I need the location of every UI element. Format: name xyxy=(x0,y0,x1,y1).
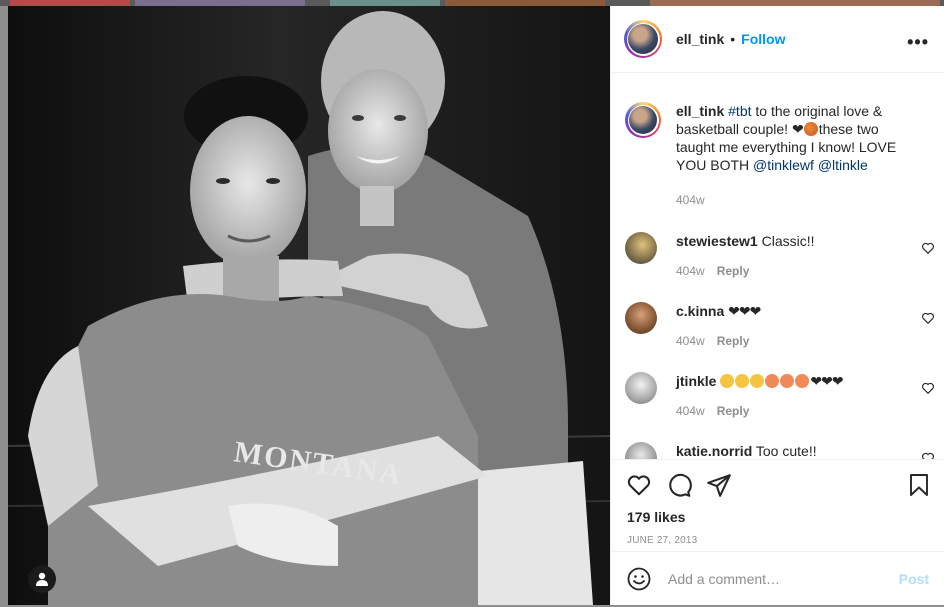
photo-illustration: MONTANA xyxy=(8,6,610,605)
caption-username[interactable]: ell_tink xyxy=(676,103,724,119)
like-heart-icon[interactable] xyxy=(626,472,652,498)
comment-bubble-icon[interactable] xyxy=(666,472,692,498)
person-icon xyxy=(36,572,48,586)
add-comment-input[interactable] xyxy=(666,566,880,592)
like-comment-heart-icon[interactable] xyxy=(921,241,935,255)
like-comment-heart-icon[interactable] xyxy=(921,311,935,325)
comments-list[interactable]: ell_tink #tbt to the original love & bas… xyxy=(611,73,944,459)
post-photo[interactable]: MONTANA xyxy=(8,6,610,605)
author-username[interactable]: ell_tink xyxy=(676,31,724,47)
author-avatar[interactable] xyxy=(624,20,662,58)
comment-text: c.kinna ❤❤❤ xyxy=(676,302,895,320)
add-comment-bar: Post xyxy=(611,551,944,607)
tagged-user-button[interactable] xyxy=(28,565,56,593)
commenter-username[interactable]: stewiestew1 xyxy=(676,233,758,249)
save-bookmark-icon[interactable] xyxy=(907,472,931,498)
commenter-avatar[interactable] xyxy=(625,442,657,459)
share-send-icon[interactable] xyxy=(706,472,732,498)
caption-age: 404w xyxy=(676,193,705,207)
post-comment-button[interactable]: Post xyxy=(899,571,929,587)
comment-text: stewiestew1 Classic!! xyxy=(676,232,895,250)
like-comment-heart-icon[interactable] xyxy=(921,381,935,395)
smiley-emoji-icon xyxy=(735,374,750,388)
smiley-emoji-icon xyxy=(750,374,765,388)
comment-meta: 404w Reply xyxy=(676,264,749,278)
comment-meta: 404w Reply xyxy=(676,334,749,348)
comment-age: 404w xyxy=(676,334,705,348)
commenter-avatar[interactable] xyxy=(625,232,657,264)
post-actions: 179 likes JUNE 27, 2013 Post xyxy=(611,459,944,600)
post-side-panel: ell_tink • Follow ••• ell_tink #tbt to t… xyxy=(610,6,944,605)
comment-body: Classic!! xyxy=(761,233,815,249)
commenter-username[interactable]: katie.norrid xyxy=(676,443,752,459)
commenter-username[interactable]: c.kinna xyxy=(676,303,724,319)
reply-button[interactable]: Reply xyxy=(717,334,750,348)
comment-age: 404w xyxy=(676,404,705,418)
comment-text: katie.norrid Too cute!! xyxy=(676,442,895,459)
comment-text: jtinkle ❤❤❤ xyxy=(676,372,895,390)
comment-body: Too cute!! xyxy=(755,443,817,459)
reply-button[interactable]: Reply xyxy=(717,264,750,278)
mention-link[interactable]: @ltinkle xyxy=(818,157,868,173)
comment-meta: 404w Reply xyxy=(676,404,749,418)
comment-age: 404w xyxy=(676,264,705,278)
follow-button[interactable]: Follow xyxy=(741,31,785,47)
basketball-emoji-icon xyxy=(803,122,818,136)
like-comment-heart-icon[interactable] xyxy=(921,451,935,459)
post-header: ell_tink • Follow ••• xyxy=(611,6,944,73)
heart-eyes-emoji-icon xyxy=(765,374,780,388)
commenter-avatar[interactable] xyxy=(625,302,657,334)
heart-emoji-icon: ❤ xyxy=(791,121,804,137)
reply-button[interactable]: Reply xyxy=(717,404,750,418)
caption-text: ell_tink #tbt to the original love & bas… xyxy=(676,102,915,174)
more-horizontal-icon[interactable]: ••• xyxy=(907,32,929,53)
commenter-username[interactable]: jtinkle xyxy=(676,373,716,389)
smiley-emoji-icon xyxy=(720,374,735,388)
heart-eyes-emoji-icon xyxy=(795,374,810,388)
mention-link[interactable]: @tinklewf xyxy=(753,157,814,173)
header-separator: • xyxy=(730,31,736,47)
post-date[interactable]: JUNE 27, 2013 xyxy=(627,535,697,546)
commenter-avatar[interactable] xyxy=(625,372,657,404)
caption-avatar[interactable] xyxy=(625,102,661,138)
hashtag-link[interactable]: #tbt xyxy=(728,103,751,119)
likes-count[interactable]: 179 likes xyxy=(627,509,685,525)
heart-eyes-emoji-icon xyxy=(780,374,795,388)
comment-body: ❤❤❤ xyxy=(728,303,761,319)
emoji-picker-icon[interactable] xyxy=(627,567,651,591)
comment-body: ❤❤❤ xyxy=(810,373,843,389)
